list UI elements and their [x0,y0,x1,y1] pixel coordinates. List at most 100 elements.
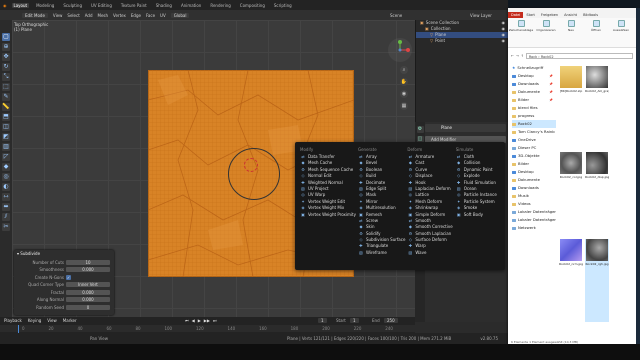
modifier-item-soft-body[interactable]: ▣ Soft Body [454,212,502,218]
start-frame-field[interactable]: 1 [350,318,359,323]
workspace-tab-uv-editing[interactable]: UV Editing [89,3,114,8]
redo-row-value[interactable]: 0.000 [66,289,110,295]
workspace-tab-layout[interactable]: Layout [11,2,30,8]
shear-tool-icon[interactable]: ⫽ [2,213,10,221]
workspace-tab-scripting[interactable]: Scripting [272,3,294,8]
loopcut-tool-icon[interactable]: ▥ [2,143,10,151]
workspace-tab-modeling[interactable]: Modeling [34,3,56,8]
workspace-tab-sculpting[interactable]: Sculpting [61,3,84,8]
file-thumbnail[interactable]: Rock02_nrm.jpg [559,238,583,322]
mode-dropdown[interactable]: Edit Mode [22,12,48,18]
scale-tool-icon[interactable]: ⤡ [2,73,10,81]
nav-item[interactable]: ★ Schnellzugriff [512,64,556,72]
workspace-tab-animation[interactable]: Animation [179,3,203,8]
nav-item[interactable]: Bilder 📌 [512,96,556,104]
nav-item[interactable]: blend files [512,104,556,112]
object-name-field[interactable]: Plane [425,124,506,132]
redo-row-value[interactable]: 0 [66,304,110,310]
navigation-gizmo[interactable] [388,38,412,62]
redo-row-value[interactable]: 0.000 [66,297,110,302]
redo-row-value[interactable]: 10 [66,259,110,265]
orientation-dropdown[interactable]: Global [170,12,190,18]
nav-item[interactable]: Bilder [512,160,556,168]
transform-tool-icon[interactable]: ⬚ [2,83,10,91]
spin-tool-icon[interactable]: ◎ [2,173,10,181]
jump-end-icon[interactable]: ⏭ [213,318,217,323]
pan-hand-icon[interactable]: ✋ [400,78,408,86]
measure-tool-icon[interactable]: 📏 [2,103,10,111]
nav-item[interactable]: Tom Clancy's Rainb [512,128,556,136]
back-arrow-icon[interactable]: ← [511,54,514,58]
play-icon[interactable]: ▶ [198,318,201,323]
workspace-tab-shading[interactable]: Shading [154,3,174,8]
redo-row-value[interactable]: Inner Vert [66,282,110,287]
workspace-tab-compositing[interactable]: Compositing [238,3,267,8]
nav-item[interactable]: Downloads 📌 [512,80,556,88]
redo-row-value[interactable]: 0.000 [66,267,110,272]
annotate-tool-icon[interactable]: ✎ [2,93,10,101]
visibility-eye-icon[interactable]: ◉ [502,38,506,44]
nav-item[interactable]: Dokumente 📌 [512,88,556,96]
workspace-tab-texture-paint[interactable]: Texture Paint [119,3,149,8]
nav-item[interactable]: Rock02 [512,120,556,128]
nav-item[interactable]: Musik [512,192,556,200]
header-menu-face[interactable]: Face [146,13,155,18]
workspace-tab-rendering[interactable]: Rendering [208,3,232,8]
edge-slide-tool-icon[interactable]: ⇿ [2,193,10,201]
modifier-item-vertex-weight-proximity[interactable]: ▣ Vertex Weight Proximity [298,212,356,218]
prev-key-icon[interactable]: ◀ [192,318,195,323]
breadcrumb-rock02[interactable]: Rock02 [541,55,554,59]
shrink-tool-icon[interactable]: ⬌ [2,203,10,211]
nav-item[interactable]: Desktop [512,168,556,176]
polybuild-tool-icon[interactable]: ◆ [2,163,10,171]
cursor-tool-icon[interactable]: ⊕ [2,43,10,51]
nav-item[interactable]: Dokumente [512,176,556,184]
file-thumbnail[interactable]: Rock02_disp.jpg [585,152,609,235]
header-menu-vertex[interactable]: Vertex [113,13,126,18]
extrude-tool-icon[interactable]: ⬒ [2,113,10,121]
nav-item[interactable]: Dieser PC [512,144,556,152]
timeline-ruler[interactable]: 0 20 40 60 80 100 120 140 160 180 200 220 240 [0,325,415,332]
timeline-menu-playback[interactable]: Playback [4,318,22,323]
ribbon-group-neu[interactable]: Neu [560,20,582,45]
playhead[interactable] [18,325,19,333]
up-arrow-icon[interactable]: ↑ [521,54,524,58]
file-thumbnail[interactable]: Rock02_AO_gray [585,66,609,149]
rip-tool-icon[interactable]: ✂ [2,223,10,231]
nav-item[interactable]: Downloads [512,184,556,192]
end-frame-field[interactable]: 250 [384,318,398,323]
knife-tool-icon[interactable]: ◸ [2,153,10,161]
nav-item[interactable]: Lokaler Datenträger [512,208,556,216]
nav-item[interactable]: Lokaler Datenträger [512,216,556,224]
smooth-tool-icon[interactable]: ◐ [2,183,10,191]
move-tool-icon[interactable]: ✥ [2,53,10,61]
modifier-item-wave[interactable]: ▧ Wave [405,250,453,256]
ribbon-group-zwischenablage[interactable]: Zwischenablage [509,20,533,45]
timeline-menu-keying[interactable]: Keying [28,318,41,323]
path-box[interactable]: Rock › Rock02 [525,53,633,59]
jump-start-icon[interactable]: ⏮ [185,318,189,323]
inset-tool-icon[interactable]: ◫ [2,123,10,131]
header-menu-select[interactable]: Select [67,13,79,18]
modifier-item-wireframe[interactable]: ▧ Wireframe [356,250,405,256]
nav-item[interactable]: progress [512,112,556,120]
file-thumbnail[interactable]: [8K]Rock02.zip [559,66,583,149]
nav-item[interactable]: Desktop 📌 [512,72,556,80]
file-thumbnail[interactable]: Rock02_rgh.jpg [585,238,609,322]
zoom-icon[interactable]: ⌕ [400,66,408,74]
tool-tab-icon[interactable]: ⚙ [416,126,424,133]
nav-item[interactable]: Netzwerk [512,224,556,232]
rotate-tool-icon[interactable]: ↻ [2,63,10,71]
forward-arrow-icon[interactable]: → [516,54,519,58]
outliner-row[interactable]: ▽ Point ◉ [416,38,508,44]
nav-item[interactable]: OneDrive [512,136,556,144]
camera-icon[interactable]: ◉ [400,90,408,98]
current-frame-field[interactable]: 1 [318,318,327,323]
timeline-menu-marker[interactable]: Marker [63,318,77,323]
redo-panel-title[interactable]: ▾ Subdivide [17,251,40,256]
header-menu-edge[interactable]: Edge [131,13,141,18]
ribbon-group-organisieren[interactable]: Organisieren [535,20,557,45]
next-key-icon[interactable]: ▶▶ [204,318,210,323]
header-menu-mesh[interactable]: Mesh [98,13,109,18]
ribbon-group-auswählen[interactable]: Auswählen [610,20,632,45]
